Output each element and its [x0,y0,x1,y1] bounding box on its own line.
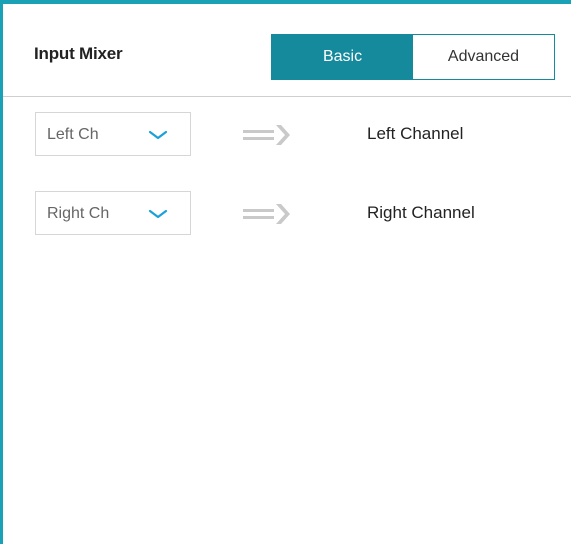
left-channel-label: Left Channel [367,124,464,143]
panel-header: Input Mixer Basic Advanced [3,4,571,97]
left-source-value: Left Ch [47,126,99,143]
panel-title: Input Mixer [34,44,123,63]
advanced-mode-button[interactable]: Advanced [413,35,554,79]
right-channel-label: Right Channel [367,203,475,222]
basic-mode-button[interactable]: Basic [272,35,413,79]
mapping-row-right: Right Ch Right Channel [3,191,571,235]
chevron-down-icon [148,209,168,219]
mode-toggle: Basic Advanced [271,34,555,80]
left-source-select[interactable]: Left Ch [35,112,191,156]
double-line-arrow-icon [243,204,290,224]
right-source-value: Right Ch [47,205,110,222]
mapping-row-left: Left Ch Left Channel [3,112,571,156]
double-line-arrow-icon [243,125,290,145]
chevron-down-icon [148,130,168,140]
right-source-select[interactable]: Right Ch [35,191,191,235]
input-mixer-panel: Input Mixer Basic Advanced Left Ch Left … [0,0,571,544]
